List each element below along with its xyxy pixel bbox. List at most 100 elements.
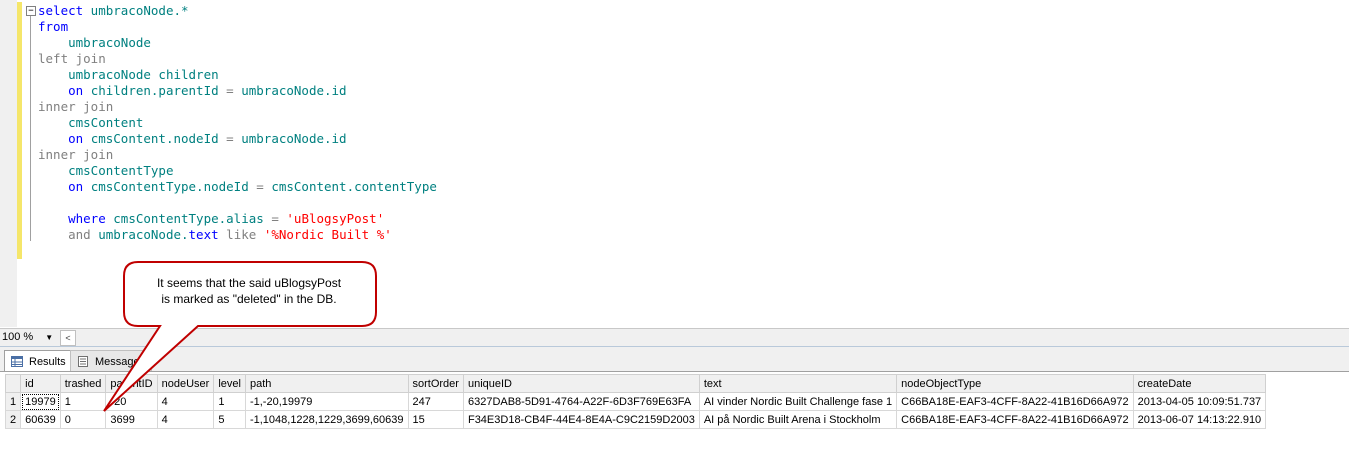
code-token: where	[68, 211, 106, 226]
code-token: umbracoNode.id	[233, 83, 347, 98]
results-grid[interactable]: id trashed parentID nodeUser level path sortOr…	[0, 371, 1349, 475]
code-token: cmsContent.contentType	[263, 179, 437, 194]
code-line: inner join	[38, 99, 437, 115]
row-number[interactable]: 2	[4, 410, 22, 429]
table-cell[interactable]: F34E3D18-CB4F-44E4-8E4A-C9C2159D2003	[462, 410, 700, 429]
table-cell[interactable]: -1,1048,1228,1229,3699,60639	[244, 410, 409, 429]
table-cell[interactable]: 3699	[105, 410, 158, 429]
table-cell[interactable]: C66BA18E-EAF3-4CFF-8A22-41B16D66A972	[896, 392, 1134, 411]
results-table: id trashed parentID nodeUser level path sortOr…	[4, 374, 1267, 429]
table-cell[interactable]: AI på Nordic Built Arena i Stockholm	[698, 410, 898, 429]
code-token: cmsContentType	[68, 163, 174, 178]
table-cell[interactable]: 15	[407, 410, 464, 429]
code-line: and umbracoNode.text like '%Nordic Built…	[38, 227, 437, 243]
scroll-left-button[interactable]: <	[60, 330, 76, 346]
sql-code[interactable]: select umbracoNode.* from umbracoNode left…	[38, 3, 437, 243]
code-token: =	[256, 179, 264, 194]
code-token: =	[226, 131, 234, 146]
table-cell[interactable]: 1	[59, 392, 107, 411]
column-header[interactable]: nodeObjectType	[896, 374, 1134, 393]
code-line: where cmsContentType.alias = 'uBlogsyPos…	[38, 211, 437, 227]
code-token: umbracoNode.*	[83, 3, 189, 18]
column-header[interactable]: sortOrder	[407, 374, 464, 393]
code-token: cmsContentType.alias	[105, 211, 272, 226]
table-cell[interactable]: 5	[213, 410, 246, 429]
row-header-corner[interactable]	[4, 374, 22, 393]
code-token: inner join	[38, 99, 114, 114]
code-line: on cmsContentType.nodeId = cmsContent.co…	[38, 179, 437, 195]
table-cell[interactable]: 60639	[20, 410, 61, 429]
code-token: cmsContentType.nodeId	[83, 179, 257, 194]
code-line: from	[38, 19, 437, 35]
editor-gutter	[0, 0, 17, 327]
code-token: inner join	[38, 147, 114, 162]
code-token: from	[38, 19, 69, 34]
zoom-value: 100 %	[2, 331, 34, 343]
tab-messages[interactable]: Messages	[70, 350, 153, 372]
table-cell[interactable]: -1,-20,19979	[244, 392, 409, 411]
code-line: on cmsContent.nodeId = umbracoNode.id	[38, 131, 437, 147]
change-tracking-bar	[17, 2, 22, 259]
code-token: left join	[38, 51, 106, 66]
table-cell[interactable]: 4	[156, 392, 215, 411]
code-token: on	[68, 83, 84, 98]
code-token: '%Nordic Built %'	[263, 227, 392, 242]
table-cell[interactable]: 1	[213, 392, 246, 411]
code-line: cmsContent	[38, 115, 437, 131]
chevron-down-icon: ▼	[45, 332, 54, 342]
table-cell[interactable]: 4	[156, 410, 215, 429]
code-line: select umbracoNode.*	[38, 3, 437, 19]
zoom-select[interactable]: 100 % ▼	[2, 330, 53, 344]
code-line: umbracoNode children	[38, 67, 437, 83]
table-row[interactable]: 2 60639 0 3699 4 5 -1,1048,1228,1229,3699,6063…	[4, 410, 1267, 429]
table-cell[interactable]: AI vinder Nordic Built Challenge fase 1	[698, 392, 898, 411]
code-token: on	[68, 179, 84, 194]
code-line: cmsContentType	[38, 163, 437, 179]
column-header[interactable]: path	[244, 374, 409, 393]
code-line: inner join	[38, 147, 437, 163]
code-token: and	[68, 227, 91, 242]
code-token: on	[68, 131, 84, 146]
table-row[interactable]: 1 19979 1 -20 4 1 -1,-20,19979 247 6327DAB8-5D91…	[4, 392, 1267, 411]
column-header[interactable]: nodeUser	[156, 374, 215, 393]
table-cell[interactable]: -20	[105, 392, 158, 411]
code-line: umbracoNode	[38, 35, 437, 51]
column-header[interactable]: createDate	[1132, 374, 1267, 393]
tab-results[interactable]: Results	[4, 350, 73, 372]
code-token: cmsContent	[68, 115, 144, 130]
code-token: select	[38, 3, 84, 18]
table-cell[interactable]: 2013-04-05 10:09:51.737	[1132, 392, 1267, 411]
code-token: umbracoNode	[68, 35, 151, 50]
grid-icon	[11, 356, 23, 367]
outline-guide	[30, 16, 31, 241]
tab-messages-label: Messages	[95, 355, 146, 368]
code-token: =	[271, 211, 279, 226]
table-cell[interactable]: 6327DAB8-5D91-4764-A22F-6D3F769E63FA	[462, 392, 700, 411]
column-header[interactable]: text	[698, 374, 898, 393]
table-cell[interactable]: 247	[407, 392, 464, 411]
column-header[interactable]: level	[213, 374, 246, 393]
table-cell[interactable]: 0	[59, 410, 107, 429]
code-token: umbracoNode children	[68, 67, 219, 82]
column-header[interactable]: parentID	[105, 374, 158, 393]
callout-text: It seems that the said uBlogsyPost is ma…	[131, 275, 367, 307]
table-cell[interactable]: 19979	[20, 392, 61, 411]
callout-line-1: It seems that the said uBlogsyPost	[156, 276, 342, 290]
table-cell[interactable]: C66BA18E-EAF3-4CFF-8A22-41B16D66A972	[896, 410, 1134, 429]
tab-results-label: Results	[29, 355, 66, 368]
table-header-row: id trashed parentID nodeUser level path sortOr…	[4, 374, 1267, 393]
code-token: umbracoNode.	[90, 227, 189, 242]
column-header[interactable]: uniqueID	[462, 374, 700, 393]
code-token: cmsContent.nodeId	[83, 131, 227, 146]
results-tabs: Results Messages	[0, 346, 1349, 372]
column-header[interactable]: trashed	[59, 374, 107, 393]
column-header[interactable]: id	[20, 374, 61, 393]
code-line: on children.parentId = umbracoNode.id	[38, 83, 437, 99]
code-token: children.parentId	[83, 83, 227, 98]
code-token: 'uBlogsyPost'	[286, 211, 385, 226]
table-cell[interactable]: 2013-06-07 14:13:22.910	[1132, 410, 1267, 429]
row-number[interactable]: 1	[4, 392, 22, 411]
collapse-icon[interactable]: −	[26, 6, 36, 16]
